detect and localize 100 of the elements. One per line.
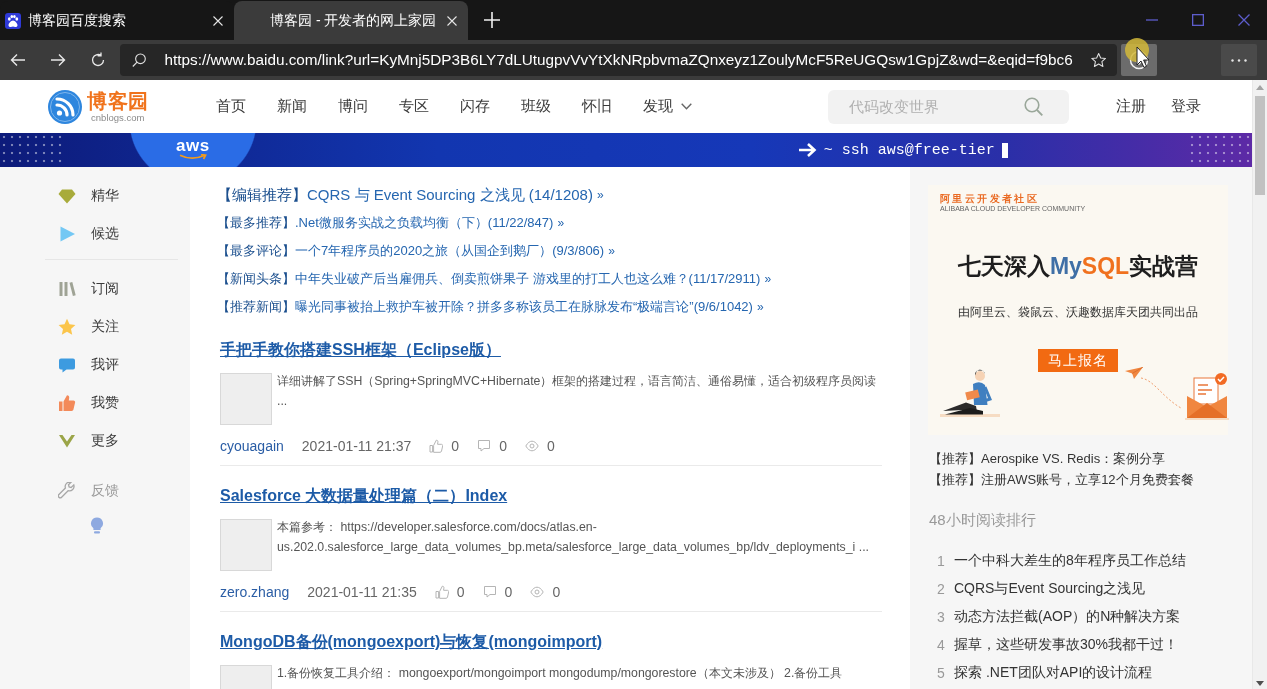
post-title-link[interactable]: 手把手教你搭建SSH框架（Eclipse版） [220, 338, 501, 362]
comment-icon[interactable] [477, 439, 492, 453]
ranking-link[interactable]: 探索 .NET团队对API的设计流程 [954, 664, 1153, 682]
lightbulb-icon[interactable] [90, 516, 104, 534]
right-arrow-icon [798, 143, 817, 157]
search-field[interactable]: 代码改变世界 [828, 89, 1069, 124]
nav-link[interactable]: 新闻 [276, 97, 307, 116]
chevron-down-icon [58, 432, 76, 450]
comment-icon[interactable] [482, 585, 497, 599]
speech-bubble-icon [58, 356, 76, 374]
nav-link[interactable]: 博问 [337, 97, 368, 116]
ranking-link[interactable]: 动态方法拦截(AOP）的N种解决方案 [954, 608, 1181, 626]
headline-link[interactable]: .Net微服务实战之负载均衡（下）(11/22/847) [295, 214, 554, 232]
ranking-link[interactable]: 握草，这些研发事故30%我都干过！ [954, 636, 1179, 654]
post-summary: 本篇参考： https://developer.salesforce.com/docs/atlas.en-us.202.0.salesforce_large_data_volumes_bp.meta/salesforce_large_data_volumes_bp/ldv_deployments_i ... [277, 519, 870, 556]
avatar-placeholder [220, 373, 272, 425]
headline-link[interactable]: 一个7年程序员的2020之旅（从国企到鹅厂）(9/3/806) [295, 242, 605, 260]
nav-link[interactable]: 首页 [215, 97, 246, 116]
brand-text: aws [176, 136, 210, 154]
sidebar-item[interactable]: 更多 [0, 422, 190, 460]
headline-tag-link[interactable]: 【最多推荐】 [217, 214, 295, 232]
sidebar-item[interactable]: 关注 [0, 308, 190, 346]
headline-tag-link[interactable]: 【新闻头条】 [217, 270, 295, 288]
header-link[interactable]: 登录 [1171, 97, 1201, 116]
comment-count: 0 [499, 438, 507, 454]
forward-icon[interactable] [50, 52, 66, 68]
sidebar-item[interactable]: 订阅 [0, 270, 190, 308]
post-title-link[interactable]: MongoDB备份(mongoexport)与恢复(mongoimport) [220, 630, 603, 654]
headline-link[interactable]: CQRS 与 Event Sourcing 之浅见 (14/1208) [307, 185, 593, 205]
play-icon [58, 225, 76, 243]
plus-icon[interactable] [484, 12, 500, 28]
header-link[interactable]: 注册 [1116, 97, 1146, 116]
like-count: 0 [451, 438, 460, 454]
envelope-icon [1185, 372, 1229, 420]
star-icon[interactable] [1090, 51, 1106, 69]
view-count: 0 [546, 438, 555, 454]
rank-number: 2 [937, 581, 945, 597]
ad-banner[interactable]: aws ~ ssh aws@free-tier [0, 133, 1252, 167]
back-icon[interactable] [10, 52, 26, 68]
nav-link[interactable]: 专区 [398, 97, 429, 116]
paper-plane-icon [1125, 367, 1143, 379]
headline-link[interactable]: 曝光同事被抬上救护车被开除？拼多多称该员工在脉脉发布“极端言论”(9/6/1042) [295, 298, 753, 316]
rank-number: 1 [937, 553, 945, 569]
sidebar-item[interactable]: 我赞 [0, 384, 190, 422]
thumbs-up-icon[interactable] [434, 585, 449, 599]
smile-arrow-icon [178, 153, 207, 160]
ad-brand-text: 阿里云开发者社区 [940, 193, 1040, 205]
ad-subtitle: 由阿里云、袋鼠云、沃趣数据库天团共同出品 [958, 305, 1198, 320]
nav-link[interactable]: 班级 [520, 97, 551, 116]
nav-link[interactable]: 发现 [642, 97, 692, 116]
more-link[interactable]: » [557, 216, 565, 230]
paw-icon [5, 12, 21, 29]
ad-headline: 七天深入MySQL实战营 [957, 252, 1199, 281]
scroll-down-arrow-icon[interactable] [1256, 681, 1264, 686]
rank-number: 5 [937, 665, 945, 681]
more-icon[interactable] [1231, 58, 1247, 62]
post-summary: 1.备份恢复工具介绍： mongoexport/mongoimport mongodump/mongorestore（本文未涉及） 2.备份工具 [277, 665, 844, 682]
more-link[interactable]: » [764, 272, 772, 286]
dashed-trail-line [1140, 377, 1182, 409]
more-link[interactable]: » [756, 300, 764, 314]
headline-tag-link[interactable]: 【最多评论】 [217, 242, 295, 260]
headline-tag-link[interactable]: 【推荐新闻】 [217, 298, 295, 316]
nav-link[interactable]: 闪存 [459, 97, 490, 116]
mouse-cursor-icon [1125, 38, 1151, 68]
view-count: 0 [552, 584, 561, 600]
thumbs-up-icon [58, 394, 76, 412]
browser-tab[interactable]: 博客园 - 开发者的网上家园 [234, 1, 468, 40]
author-link[interactable]: zero.zhang [220, 584, 290, 600]
scroll-up-arrow-icon[interactable] [1256, 85, 1264, 90]
rss-icon[interactable] [48, 89, 82, 124]
wrench-icon [58, 482, 76, 500]
command-text: ~ ssh aws@free-tier [823, 141, 995, 159]
more-link[interactable]: » [596, 188, 604, 202]
sidebar-item[interactable]: 我评 [0, 346, 190, 384]
headline-tag-link[interactable]: 【编辑推荐】 [217, 185, 307, 205]
section-heading: 48小时阅读排行 [928, 510, 1037, 530]
promo-link[interactable]: 【推荐】Aerospike VS. Redis：案例分享 [928, 448, 1252, 469]
chevron-down-icon[interactable] [680, 103, 692, 110]
headline-link[interactable]: 中年失业破产后当雇佣兵、倒卖煎饼果子 游戏里的打工人也这么难？(11/17/2911) [295, 270, 761, 288]
sidebar-item[interactable]: 候选 [0, 215, 190, 253]
address-field[interactable]: https://www.baidu.com/link?url=KyMnj5DP3B6LY7dLUtugpvVvYtXkNRpbvmaZQnxeyz1ZoulyMcF5ReUGQsw1GpjZ&wd=&eqid=f9bc6 [120, 44, 1117, 76]
ranking-link[interactable]: 一个中科大差生的8年程序员工作总结 [954, 552, 1186, 570]
scrollbar-thumb[interactable] [1255, 96, 1265, 195]
site-domain-text: cnblogs.com [91, 112, 145, 123]
nav-link[interactable]: 怀旧 [581, 97, 612, 116]
author-link[interactable]: cyouagain [220, 438, 284, 454]
more-link[interactable]: » [608, 244, 615, 258]
thumbs-up-icon[interactable] [429, 439, 444, 453]
refresh-icon[interactable] [90, 52, 106, 68]
search-icon[interactable] [1024, 97, 1043, 116]
comment-count: 0 [504, 584, 513, 600]
ranking-link[interactable]: CQRS与Event Sourcing之浅见 [954, 580, 1146, 598]
sidebar-item[interactable]: 精华 [0, 177, 190, 215]
post-title-link[interactable]: Salesforce 大数据量处理篇（二）Index [220, 484, 508, 508]
gem-icon [58, 187, 76, 205]
rank-number: 4 [937, 637, 945, 653]
promo-link[interactable]: 【推荐】注册AWS账号，立享12个月免费套餐 [928, 469, 1252, 490]
maximize-icon[interactable] [1192, 14, 1204, 26]
avatar-placeholder [220, 519, 272, 571]
post-summary: 详细讲解了SSH（Spring+SpringMVC+Hibernate）框架的搭建过程，语言简洁、通俗易懂，适合初级程序员阅读 ... [277, 373, 878, 410]
